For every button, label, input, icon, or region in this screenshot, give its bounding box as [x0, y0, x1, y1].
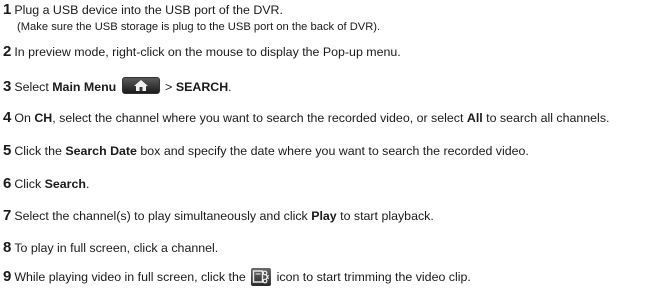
- step-6: 6 Click Search.: [3, 175, 90, 192]
- step-9: 9 While playing video in full screen, cli…: [3, 268, 471, 286]
- step-text: To play in full screen, click a channel.: [14, 241, 219, 255]
- step-number: 2: [3, 43, 12, 60]
- main-menu-label: Main Menu: [52, 80, 117, 94]
- step-text: In preview mode, right-click on the mous…: [14, 45, 401, 59]
- step-text: Plug a USB device into the USB port of t…: [14, 3, 283, 17]
- step-1: 1 Plug a USB device into the USB port of …: [3, 2, 283, 18]
- search-menu-label: SEARCH: [175, 80, 229, 94]
- step-number: 1: [3, 1, 12, 18]
- all-label: All: [466, 111, 483, 125]
- trim-icon: [251, 268, 272, 286]
- step-5: 5 Click the Search Date box and specify t…: [3, 142, 529, 159]
- search-date-label: Search Date: [65, 144, 137, 158]
- step-2: 2 In preview mode, right-click on the mou…: [3, 44, 401, 60]
- step-number: 7: [3, 207, 12, 224]
- step-number: 6: [3, 175, 12, 192]
- ch-label: CH: [34, 111, 53, 125]
- step-number: 9: [3, 268, 12, 285]
- step-number: 5: [3, 142, 12, 159]
- step-3: 3 Select Main Menu > SEARCH.: [3, 77, 232, 95]
- step-number: 8: [3, 239, 12, 256]
- search-button-label: Search: [44, 177, 86, 191]
- step-7: 7 Select the channel(s) to play simultane…: [3, 207, 434, 224]
- step-number: 4: [3, 109, 12, 126]
- step-number: 3: [3, 78, 12, 95]
- step-4: 4 On CH, select the channel where you wan…: [3, 109, 610, 126]
- play-button-label: Play: [311, 209, 337, 223]
- instructions-document: 1 Plug a USB device into the USB port of …: [0, 0, 657, 289]
- step-1-note: (Make sure the USB storage is plug to th…: [17, 21, 381, 33]
- step-8: 8 To play in full screen, click a channel…: [3, 240, 218, 256]
- home-icon: [121, 77, 160, 94]
